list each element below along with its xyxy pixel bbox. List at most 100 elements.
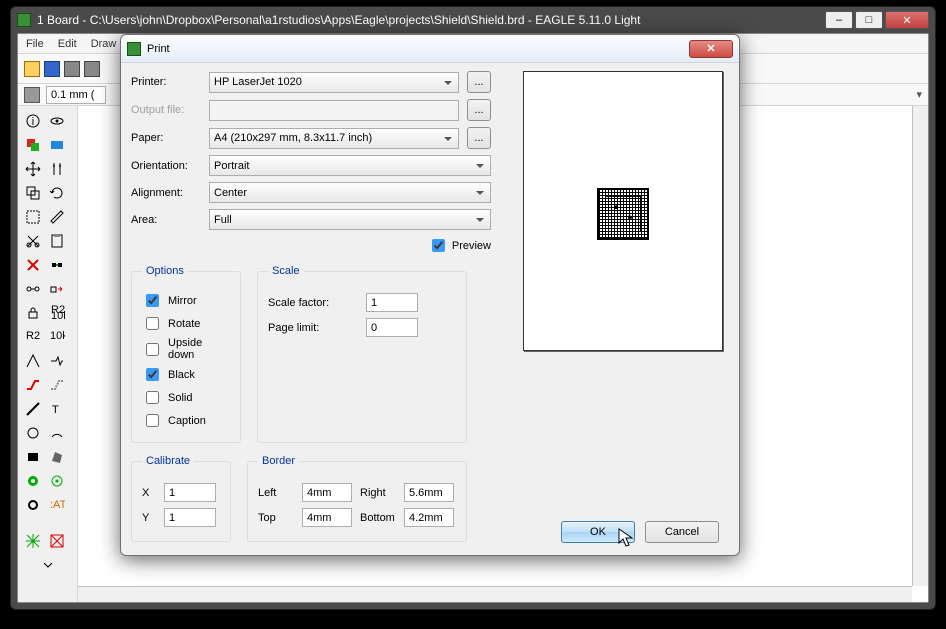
calibrate-legend: Calibrate <box>142 455 194 467</box>
cal-x-label: X <box>142 487 156 499</box>
wire-tool-icon[interactable] <box>22 398 44 420</box>
paste-tool-icon[interactable] <box>46 230 68 252</box>
add-tool-icon[interactable] <box>46 254 68 276</box>
scale-factor-label: Scale factor: <box>268 297 358 309</box>
cut-tool-icon[interactable] <box>22 230 44 252</box>
scale-factor-input[interactable] <box>366 293 418 312</box>
split-tool-icon[interactable] <box>46 350 68 372</box>
tool-palette[interactable]: i R210k R2 10k T <box>18 106 78 602</box>
paper-combo[interactable]: A4 (210x297 mm, 8.3x11.7 inch) <box>209 128 459 149</box>
scale-group: Scale Scale factor: Page limit: <box>257 265 467 443</box>
signal-tool-icon[interactable] <box>46 470 68 492</box>
rotate-option[interactable]: Rotate <box>142 314 230 333</box>
group-tool-icon[interactable] <box>22 206 44 228</box>
change-tool-icon[interactable] <box>46 206 68 228</box>
solid-option[interactable]: Solid <box>142 388 230 407</box>
cam-icon[interactable] <box>84 61 100 77</box>
eye-tool-icon[interactable] <box>46 110 68 132</box>
mirror-option[interactable]: Mirror <box>142 291 230 310</box>
coord-input[interactable] <box>46 86 106 104</box>
polygon-tool-icon[interactable] <box>46 446 68 468</box>
circle-tool-icon[interactable] <box>22 422 44 444</box>
dialog-titlebar[interactable]: Print ✕ <box>121 35 739 63</box>
vertical-scrollbar[interactable] <box>912 106 928 586</box>
auto-tool-icon[interactable] <box>46 530 68 552</box>
menu-file[interactable]: File <box>26 38 44 50</box>
printer-browse-button[interactable]: ... <box>467 71 491 93</box>
pinswap-tool-icon[interactable] <box>22 278 44 300</box>
rect-tool-icon[interactable] <box>22 446 44 468</box>
dialog-icon <box>127 42 141 56</box>
move-tool-icon[interactable] <box>22 158 44 180</box>
preview-checkbox[interactable] <box>432 239 445 252</box>
black-checkbox[interactable] <box>146 368 159 381</box>
arc-tool-icon[interactable] <box>46 422 68 444</box>
dialog-close-button[interactable]: ✕ <box>689 40 733 58</box>
save-icon[interactable] <box>44 61 60 77</box>
rotate-tool-icon[interactable] <box>46 182 68 204</box>
print-icon[interactable] <box>64 61 80 77</box>
ok-button[interactable]: OK <box>561 521 635 543</box>
name-tool-icon[interactable]: R2 <box>22 326 44 348</box>
info-tool-icon[interactable]: i <box>22 110 44 132</box>
main-titlebar[interactable]: 1 Board - C:\Users\john\Dropbox\Personal… <box>11 7 935 33</box>
orientation-combo[interactable]: Portrait <box>209 155 491 176</box>
dialog-title: Print <box>147 43 683 55</box>
upside-checkbox[interactable] <box>146 343 159 356</box>
svg-text:i: i <box>32 116 34 128</box>
miter-tool-icon[interactable] <box>22 350 44 372</box>
grid-icon[interactable] <box>24 87 40 103</box>
lock-tool-icon[interactable] <box>22 302 44 324</box>
printer-combo[interactable]: HP LaserJet 1020 <box>209 72 459 93</box>
border-left-input[interactable] <box>302 483 352 502</box>
hole-tool-icon[interactable] <box>22 494 44 516</box>
output-browse-button[interactable]: ... <box>467 99 491 121</box>
preview-pcb-icon <box>597 188 649 240</box>
cancel-button[interactable]: Cancel <box>645 521 719 543</box>
menu-edit[interactable]: Edit <box>58 38 77 50</box>
black-option[interactable]: Black <box>142 365 230 384</box>
page-limit-input[interactable] <box>366 318 418 337</box>
svg-text:10k: 10k <box>51 310 65 321</box>
replace-tool-icon[interactable] <box>46 278 68 300</box>
alignment-combo[interactable]: Center <box>209 182 491 203</box>
route-tool-icon[interactable] <box>22 374 44 396</box>
border-right-input[interactable] <box>404 483 454 502</box>
area-combo[interactable]: Full <box>209 209 491 230</box>
options-group: Options Mirror Rotate Upside down Black … <box>131 265 241 443</box>
preview-toggle-row: Preview <box>131 236 491 255</box>
paper-browse-button[interactable]: ... <box>467 127 491 149</box>
menu-draw[interactable]: Draw <box>91 38 117 50</box>
solid-checkbox[interactable] <box>146 391 159 404</box>
printer-settings-grid: Printer: HP LaserJet 1020 ... Output fil… <box>131 71 491 230</box>
ripup-tool-icon[interactable] <box>46 374 68 396</box>
copy-tool-icon[interactable] <box>22 182 44 204</box>
upside-option[interactable]: Upside down <box>142 337 230 361</box>
caption-option[interactable]: Caption <box>142 411 230 430</box>
cal-x-input[interactable] <box>164 483 216 502</box>
print-preview-pane <box>523 71 723 351</box>
value-tool-icon[interactable]: 10k <box>46 326 68 348</box>
mirror-tool-icon[interactable] <box>46 158 68 180</box>
close-button[interactable]: ✕ <box>885 11 929 29</box>
attribute-tool-icon[interactable]: :AT <box>46 494 68 516</box>
horizontal-scrollbar[interactable] <box>78 586 912 602</box>
display-tool-icon[interactable] <box>46 134 68 156</box>
maximize-button[interactable]: □ <box>855 11 883 29</box>
text-tool-icon[interactable]: T <box>46 398 68 420</box>
open-icon[interactable] <box>24 61 40 77</box>
orientation-label: Orientation: <box>131 160 201 172</box>
rotate-checkbox[interactable] <box>146 317 159 330</box>
options-legend: Options <box>142 265 188 277</box>
preview-label: Preview <box>452 240 491 252</box>
caption-checkbox[interactable] <box>146 414 159 427</box>
ratsnest-tool-icon[interactable] <box>22 530 44 552</box>
more-tools-chevron-icon[interactable] <box>22 554 73 576</box>
paper-label: Paper: <box>131 132 201 144</box>
via-tool-icon[interactable] <box>22 470 44 492</box>
delete-tool-icon[interactable] <box>22 254 44 276</box>
minimize-button[interactable]: – <box>825 11 853 29</box>
mirror-checkbox[interactable] <box>146 294 159 307</box>
smash-tool-icon[interactable]: R210k <box>46 302 68 324</box>
layers-tool-icon[interactable] <box>22 134 44 156</box>
